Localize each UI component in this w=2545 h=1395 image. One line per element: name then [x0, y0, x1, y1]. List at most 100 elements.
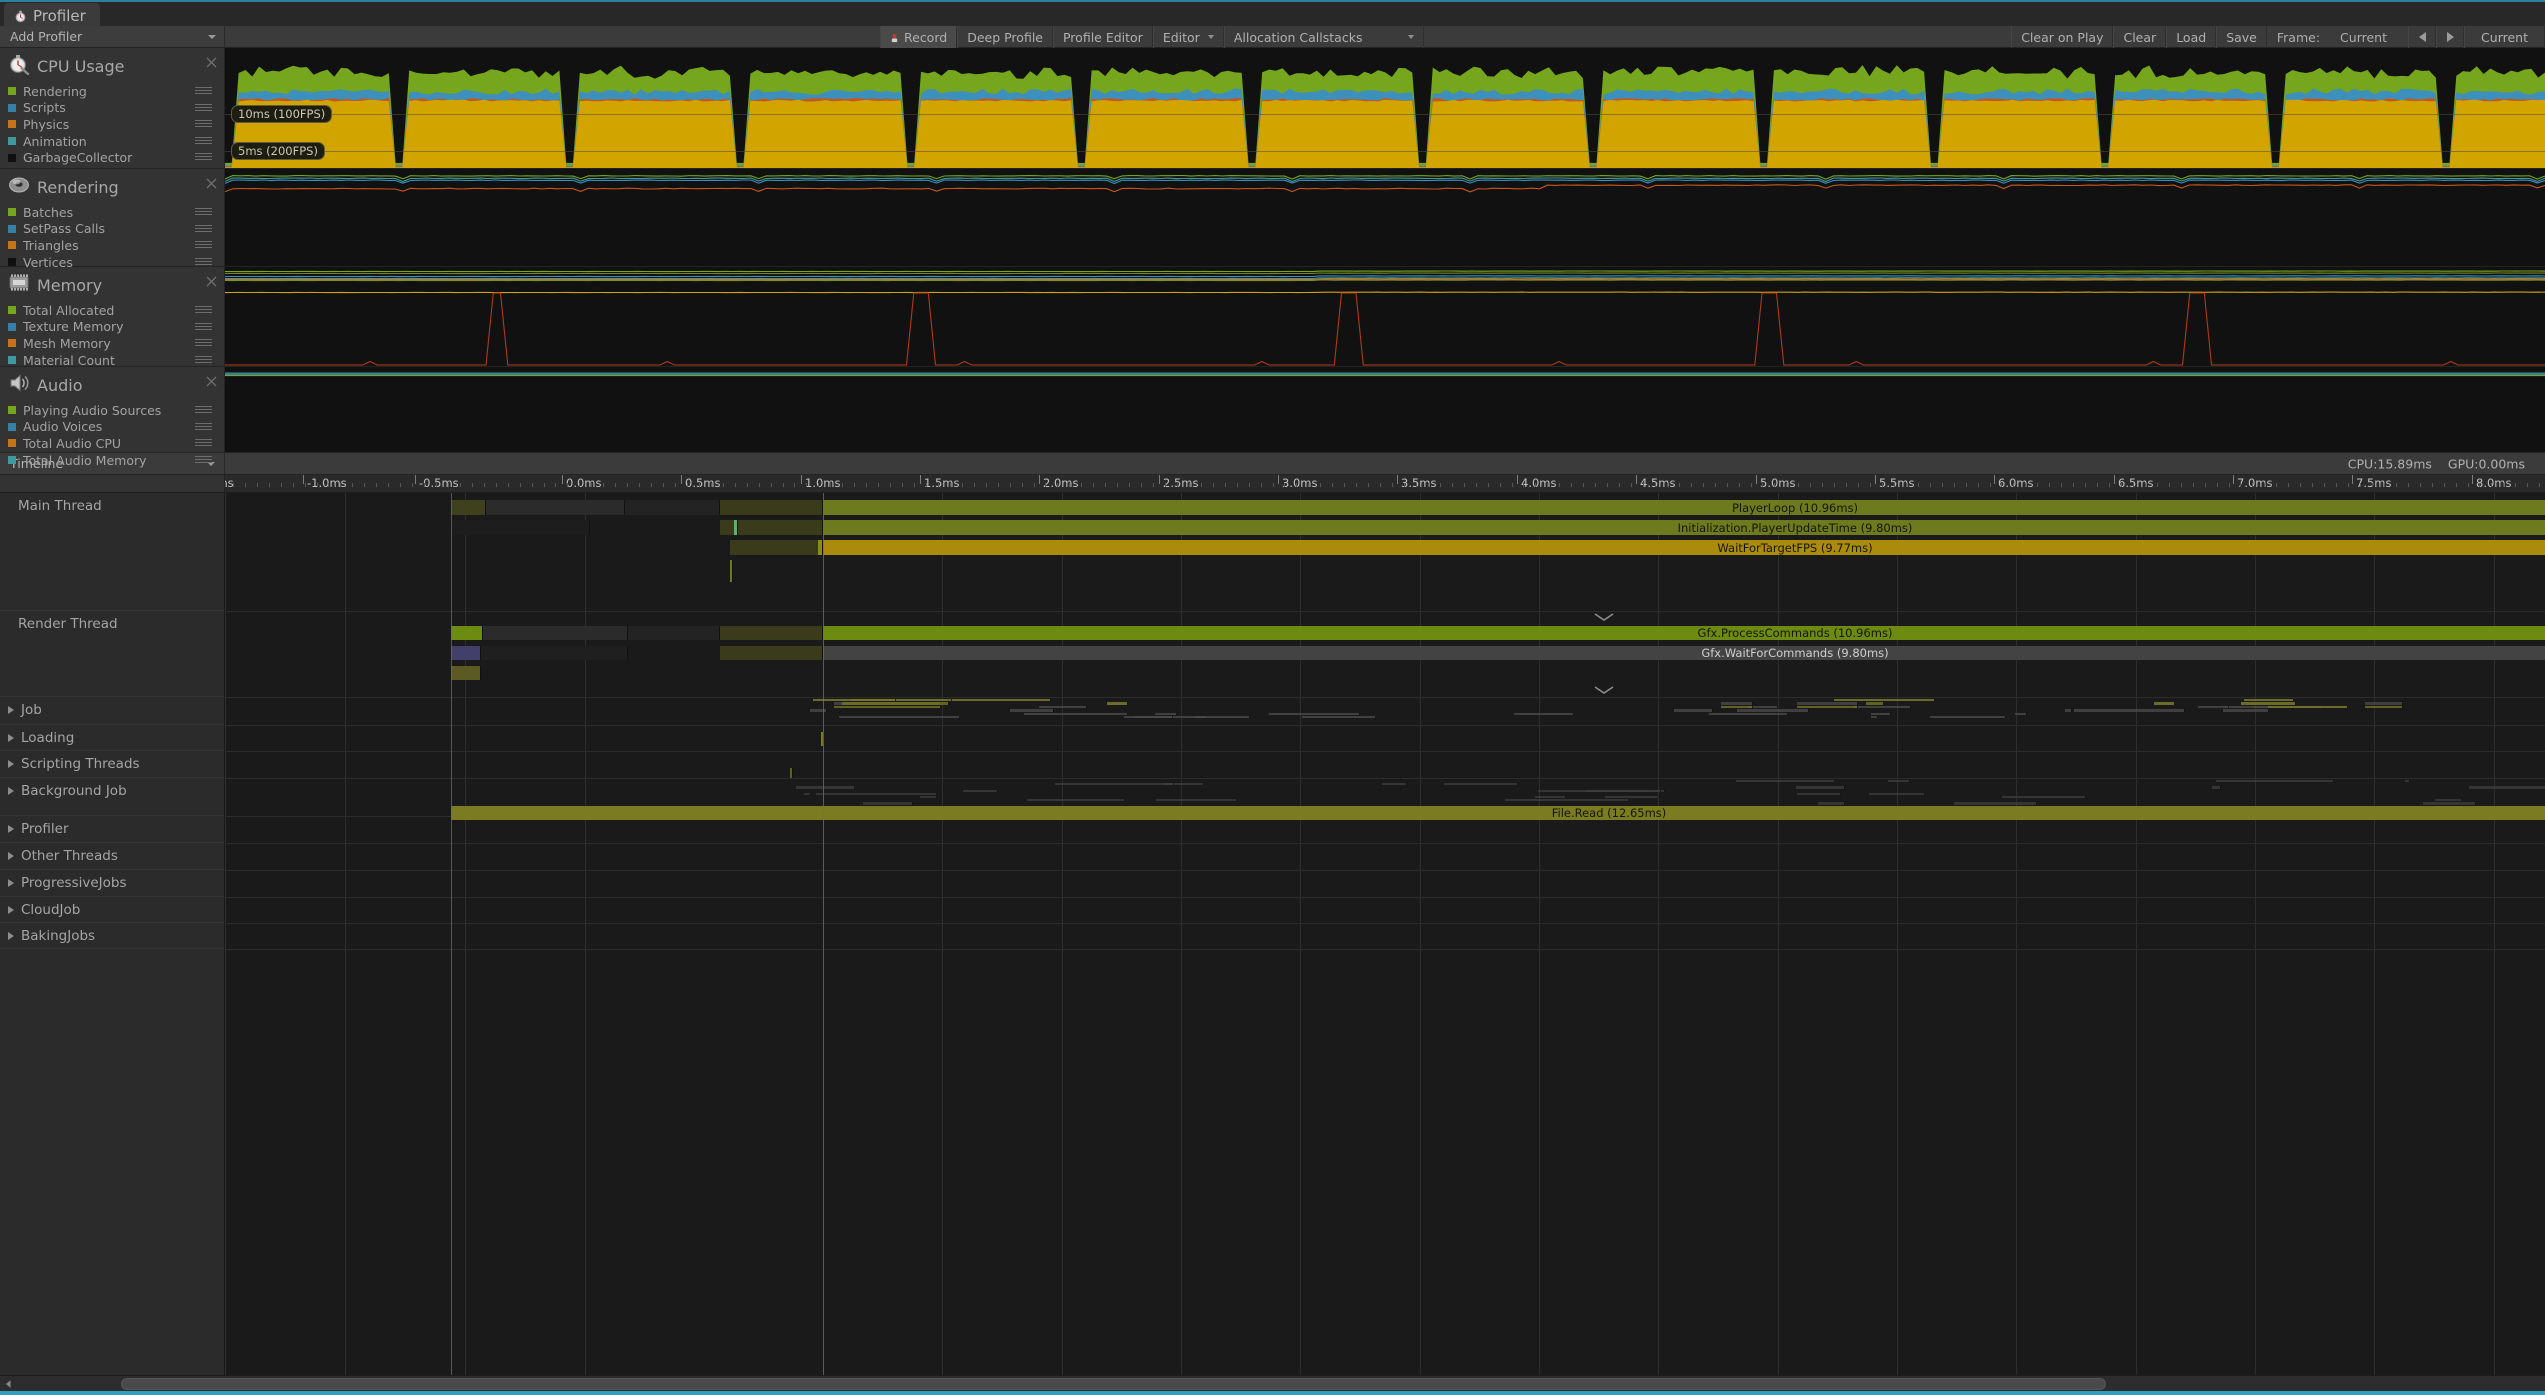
timeline-sample-block[interactable]	[2241, 702, 2296, 704]
timeline-sample-block[interactable]	[2365, 702, 2402, 704]
legend-item-playing-audio-sources[interactable]: Playing Audio Sources	[0, 402, 224, 419]
timeline-sample-block[interactable]	[1269, 713, 1360, 715]
timeline-sample-block[interactable]	[625, 500, 720, 515]
collapse-chevron-icon[interactable]	[1593, 680, 1615, 690]
timeline-sample-block[interactable]	[1871, 713, 1891, 715]
timeline-sample-block[interactable]	[1721, 706, 1753, 708]
close-icon[interactable]	[206, 53, 217, 64]
timeline-sample-block[interactable]	[1024, 713, 1128, 715]
timeline-sample-block[interactable]	[2212, 786, 2221, 788]
timeline-sample-block[interactable]	[1156, 799, 1237, 801]
module-title-audio[interactable]: Audio	[0, 373, 224, 400]
legend-item-material-count[interactable]: Material Count	[0, 352, 224, 369]
legend-item-batches[interactable]: Batches	[0, 204, 224, 221]
clear-on-play-button[interactable]: Clear on Play	[2011, 26, 2113, 48]
drag-handle-icon[interactable]	[195, 208, 212, 216]
profile-editor-button[interactable]: Profile Editor	[1053, 26, 1153, 48]
legend-item-physics[interactable]: Physics	[0, 116, 224, 133]
legend-item-setpass-calls[interactable]: SetPass Calls	[0, 221, 224, 238]
timeline-sample-block[interactable]	[734, 520, 738, 535]
timeline-sample-block[interactable]	[1039, 706, 1087, 708]
ruler-scale[interactable]: -1.5ms-1.0ms-0.5ms0.0ms0.5ms1.0ms1.5ms2.…	[225, 475, 2545, 492]
legend-item-mesh-memory[interactable]: Mesh Memory	[0, 335, 224, 352]
timeline-sample-block[interactable]	[834, 706, 942, 708]
module-graph-rendering[interactable]	[225, 169, 2545, 266]
drag-handle-icon[interactable]	[195, 423, 212, 431]
current-frame-button[interactable]: Current	[2464, 26, 2545, 48]
module-title-rendering[interactable]: Rendering	[0, 175, 224, 202]
timeline-sample-block[interactable]	[2065, 709, 2072, 711]
timeline-sample-block[interactable]	[1930, 716, 2006, 718]
timeline-sample-block[interactable]	[963, 790, 998, 792]
timeline-sample-block[interactable]	[1107, 702, 1129, 704]
clear-button[interactable]: Clear	[2113, 26, 2166, 48]
expand-arrow-icon[interactable]	[8, 825, 14, 833]
deep-profile-button[interactable]: Deep Profile	[957, 26, 1053, 48]
timeline-sample-file-read[interactable]: File.Read (12.65ms)	[451, 806, 2545, 820]
timeline-sample-initialization-playerupdatetime[interactable]: Initialization.PlayerUpdateTime (9.80ms)	[823, 520, 2545, 535]
scroll-left-icon[interactable]	[2, 1380, 16, 1388]
timeline-sample-block[interactable]	[1954, 802, 2036, 804]
thread-row-bakingjobs[interactable]: BakingJobs	[0, 923, 224, 949]
drag-handle-icon[interactable]	[195, 339, 212, 347]
timeline-sample-block[interactable]	[451, 500, 486, 515]
timeline-sample-block[interactable]	[2435, 799, 2462, 801]
timeline-sample-block[interactable]	[2216, 780, 2334, 782]
timeline-sample-block[interactable]	[2223, 709, 2269, 711]
timeline-sample-block[interactable]	[2244, 699, 2295, 701]
timeline-sample-block[interactable]	[2002, 796, 2086, 798]
timeline-sample-block[interactable]	[1737, 709, 1810, 711]
module-title-cpu-usage[interactable]: CPU Usage	[0, 54, 224, 81]
tab-profiler[interactable]: Profiler	[4, 3, 100, 28]
drag-handle-icon[interactable]	[195, 323, 212, 331]
timeline-sample-block[interactable]	[1869, 793, 1925, 795]
timeline-sample-block[interactable]	[1535, 796, 1566, 798]
add-profiler-dropdown[interactable]: Add Profiler	[0, 26, 224, 47]
legend-item-rendering[interactable]: Rendering	[0, 83, 224, 100]
thread-row-other-threads[interactable]: Other Threads	[0, 843, 224, 870]
thread-row-cloudjob[interactable]: CloudJob	[0, 897, 224, 923]
timeline-sample-block[interactable]	[1514, 713, 1574, 715]
timeline-sample-block[interactable]	[2469, 786, 2545, 788]
drag-handle-icon[interactable]	[195, 87, 212, 95]
thread-row-loading[interactable]: Loading	[0, 725, 224, 751]
legend-item-total-audio-cpu[interactable]: Total Audio CPU	[0, 435, 224, 452]
legend-item-total-allocated[interactable]: Total Allocated	[0, 302, 224, 319]
thread-row-profiler[interactable]: Profiler	[0, 816, 224, 843]
scrollbar-thumb[interactable]	[121, 1378, 2106, 1390]
timeline-sample-block[interactable]	[842, 702, 949, 704]
timeline-sample-block[interactable]	[1195, 716, 1250, 718]
allocation-callstacks-dropdown[interactable]: Allocation Callstacks	[1224, 26, 1424, 48]
timeline-sample-block[interactable]	[1796, 786, 1845, 788]
expand-arrow-icon[interactable]	[8, 879, 14, 887]
module-graph-memory[interactable]	[225, 267, 2545, 366]
timeline-sample-block[interactable]	[2268, 706, 2348, 708]
expand-arrow-icon[interactable]	[8, 932, 14, 940]
timeline-sample-block[interactable]	[2365, 706, 2402, 708]
timeline-sample-block[interactable]	[1736, 780, 1835, 782]
timeline-sample-block[interactable]	[1382, 783, 1407, 785]
legend-item-texture-memory[interactable]: Texture Memory	[0, 319, 224, 336]
timeline-sample-block[interactable]	[730, 540, 823, 555]
timeline-sample-block[interactable]	[1027, 799, 1126, 801]
timeline-sample-block[interactable]	[486, 500, 625, 515]
thread-row-progressivejobs[interactable]: ProgressiveJobs	[0, 870, 224, 897]
thread-row-scripting-threads[interactable]: Scripting Threads	[0, 751, 224, 778]
timeline-sample-block[interactable]	[810, 709, 827, 711]
timeline-sample-block[interactable]	[481, 646, 628, 660]
drag-handle-icon[interactable]	[195, 439, 212, 447]
timeline-sample-block[interactable]	[1834, 699, 1935, 701]
timeline-sample-block[interactable]	[1538, 790, 1660, 792]
timeline-sample-block[interactable]	[1721, 702, 1753, 704]
timeline-sample-playerloop[interactable]: PlayerLoop (10.96ms)	[823, 500, 2545, 515]
drag-handle-icon[interactable]	[195, 356, 212, 364]
timeline-sample-block[interactable]	[1797, 793, 1841, 795]
timeline-sample-block[interactable]	[1797, 706, 1858, 708]
timeline-sample-block[interactable]	[1055, 783, 1174, 785]
close-icon[interactable]	[206, 174, 217, 185]
timeline-sample-block[interactable]	[628, 626, 720, 640]
timeline-sample-block[interactable]	[2423, 802, 2476, 804]
legend-item-audio-voices[interactable]: Audio Voices	[0, 419, 224, 436]
legend-item-triangles[interactable]: Triangles	[0, 237, 224, 254]
timeline-sample-block[interactable]	[920, 796, 937, 798]
